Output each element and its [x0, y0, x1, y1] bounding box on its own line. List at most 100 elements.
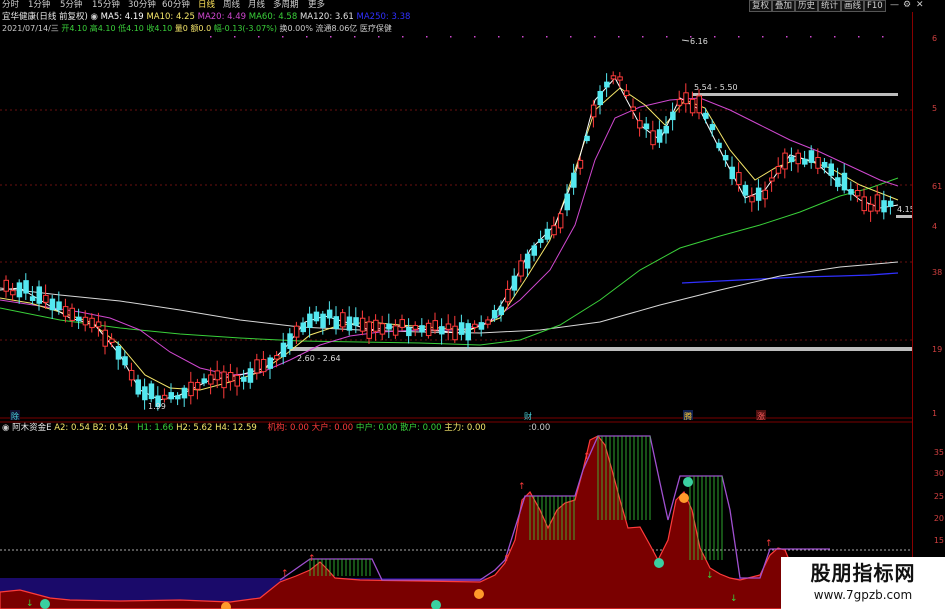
buy-signal-icon[interactable] — [40, 599, 50, 609]
candle — [874, 194, 881, 212]
dot-marker — [426, 36, 428, 38]
candle — [267, 357, 273, 369]
candle — [102, 329, 108, 347]
dot-marker — [642, 36, 644, 38]
candle — [854, 190, 861, 197]
close-icon[interactable]: ✕ — [916, 0, 924, 10]
resistance-band — [692, 93, 898, 96]
sell-signal-icon[interactable] — [474, 589, 484, 599]
up-arrow-icon: ↑ — [308, 554, 316, 564]
candle — [769, 177, 775, 182]
indicator-b2: B2: 0.54 — [92, 423, 129, 433]
candle — [333, 316, 339, 329]
candle — [815, 156, 821, 169]
candle — [604, 81, 610, 88]
candle — [23, 280, 29, 294]
candle — [313, 311, 320, 322]
kline-chart[interactable]: 6.16 1.99 2.60 - 2.64 5.54 - 5.50 4.15 -… — [0, 0, 912, 609]
candle — [716, 142, 722, 149]
candle — [346, 316, 353, 331]
indicator-jg: 机构: 0.00 — [267, 423, 309, 433]
candle — [260, 358, 267, 373]
candle — [485, 319, 491, 325]
axis-tick: 20 — [933, 514, 944, 523]
candle — [439, 326, 445, 335]
dot-marker — [498, 36, 500, 38]
indicator-zl: 主力: 0.00 — [444, 423, 486, 433]
dot-marker — [306, 36, 308, 38]
indicator-h2: H2: 5.62 — [176, 423, 213, 433]
candle — [610, 75, 617, 80]
dot-marker — [450, 36, 452, 38]
indicator-extra: :0.00 — [528, 423, 551, 433]
up-arrow-icon: ↑ — [518, 482, 526, 492]
candle — [531, 245, 537, 256]
candle — [452, 325, 458, 341]
stock-chart-window: { "toolbar": { "timeframes": ["分时","1分钟"… — [0, 0, 945, 609]
candle — [524, 253, 531, 269]
candle — [168, 392, 174, 400]
dot-marker — [738, 36, 740, 38]
candle — [76, 316, 82, 322]
low-price-label: 1.99 — [148, 402, 166, 411]
axis-tick: 19 — [932, 345, 943, 354]
candle — [742, 184, 749, 196]
candle — [518, 260, 524, 277]
candle — [254, 359, 260, 374]
candle — [412, 325, 419, 330]
dot-marker — [258, 36, 260, 38]
candle — [584, 135, 590, 142]
candle — [821, 161, 828, 168]
candle — [379, 323, 386, 335]
dot-marker — [810, 36, 812, 38]
dot-marker — [882, 36, 884, 38]
candle — [392, 325, 399, 336]
candle — [458, 322, 465, 335]
candle — [201, 378, 207, 384]
buy-signal-icon[interactable] — [683, 477, 693, 487]
dot-marker — [690, 36, 692, 38]
axis-tick: 5 — [932, 104, 938, 113]
candle — [386, 323, 392, 330]
candle — [868, 203, 874, 212]
axis-tick: 4 — [932, 222, 938, 231]
event-marker-news[interactable]: 腾 — [684, 411, 692, 421]
candle — [307, 313, 313, 328]
candle — [709, 124, 716, 131]
axis-tick: 25 — [933, 492, 944, 501]
candle — [326, 309, 333, 319]
candle — [491, 309, 498, 319]
candle — [808, 150, 815, 163]
candle — [406, 327, 412, 337]
candle — [511, 275, 518, 291]
indicator-icon[interactable]: ◉ — [2, 423, 9, 433]
candle — [16, 282, 23, 298]
event-marker-limit-up[interactable]: 涨 — [757, 411, 765, 421]
candle — [630, 106, 636, 111]
axis-tick: 30 — [933, 469, 944, 478]
dot-marker — [402, 36, 404, 38]
candle — [623, 90, 630, 97]
candle — [848, 189, 854, 195]
indicator-info-line: ◉ 阿木资金E A2: 0.54 B2: 0.54 H1: 1.66 H2: 5… — [2, 423, 550, 434]
candle — [62, 306, 69, 317]
buy-signal-icon[interactable] — [654, 558, 664, 568]
candle — [221, 371, 227, 389]
dot-marker — [714, 36, 716, 38]
axis-tick: 61 — [932, 182, 943, 191]
candle — [703, 112, 709, 119]
candle — [762, 189, 768, 200]
watermark-title: 股朋指标网 — [810, 561, 916, 585]
candle — [373, 319, 379, 332]
event-marker-dividend[interactable]: 除 — [11, 411, 19, 421]
dot-marker — [546, 36, 548, 38]
high-price-label: 6.16 — [690, 37, 708, 46]
dot-marker — [522, 36, 524, 38]
indicator-zh: 中户: 0.00 — [355, 423, 398, 433]
candle — [551, 225, 557, 236]
event-marker-finance[interactable]: 财 — [524, 411, 532, 421]
dot-marker — [594, 36, 596, 38]
sell-signal-icon[interactable] — [679, 493, 689, 503]
candle — [241, 376, 247, 382]
candle — [544, 228, 551, 240]
